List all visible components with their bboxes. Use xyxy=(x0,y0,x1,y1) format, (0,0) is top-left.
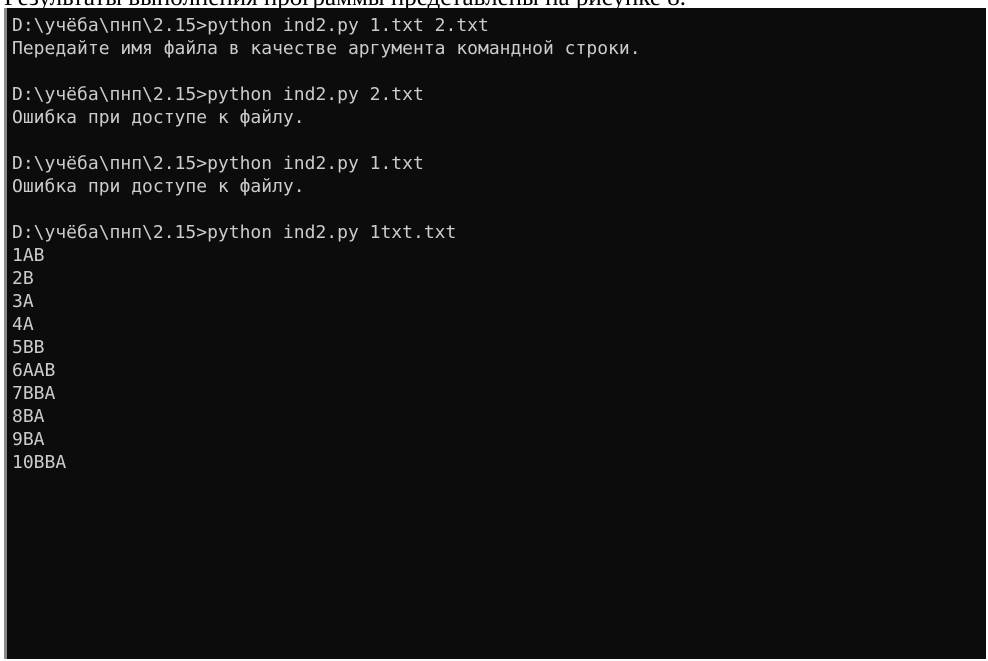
output-line: Ошибка при доступе к файлу. xyxy=(12,107,305,128)
command: python ind2.py 2.txt xyxy=(207,84,424,105)
command-line: D:\учёба\пнп\2.15>python ind2.py 1txt.tx… xyxy=(12,221,982,244)
console-output: D:\учёба\пнп\2.15>python ind2.py 1.txt 2… xyxy=(12,14,982,474)
command: python ind2.py 1.txt xyxy=(207,153,424,174)
output-line: 4A xyxy=(12,314,34,335)
command: python ind2.py 1txt.txt xyxy=(207,222,457,243)
screenshot-page: Результаты выполнения программы представ… xyxy=(0,0,988,661)
output-line: 7BBA xyxy=(12,383,56,404)
output-line: 5BB xyxy=(12,337,45,358)
console-window[interactable]: D:\учёба\пнп\2.15>python ind2.py 1.txt 2… xyxy=(4,8,986,659)
command-line: D:\учёба\пнп\2.15>python ind2.py 1.txt xyxy=(12,152,982,175)
command-line: D:\учёба\пнп\2.15>python ind2.py 2.txt xyxy=(12,83,982,106)
prompt: D:\учёба\пнп\2.15> xyxy=(12,15,208,36)
output-line: 9BA xyxy=(12,429,45,450)
output-line: 8BA xyxy=(12,406,45,427)
command-line: D:\учёба\пнп\2.15>python ind2.py 1.txt 2… xyxy=(12,14,982,37)
output-line: 10BBA xyxy=(12,452,67,473)
output-line: Передайте имя файла в качестве аргумента… xyxy=(12,38,641,59)
prompt: D:\учёба\пнп\2.15> xyxy=(12,84,208,105)
prompt: D:\учёба\пнп\2.15> xyxy=(12,222,208,243)
output-line: 1AB xyxy=(12,245,45,266)
output-line: 3A xyxy=(12,291,34,312)
output-line: 6AAB xyxy=(12,360,56,381)
prompt: D:\учёба\пнп\2.15> xyxy=(12,153,208,174)
output-line: 2B xyxy=(12,268,34,289)
command: python ind2.py 1.txt 2.txt xyxy=(207,15,489,36)
output-line: Ошибка при доступе к файлу. xyxy=(12,176,305,197)
